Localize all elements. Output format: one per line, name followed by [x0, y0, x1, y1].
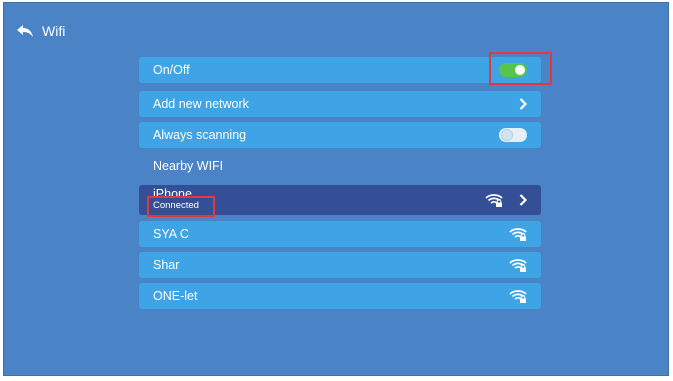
- network-item-one-let[interactable]: ONE-let: [139, 283, 541, 309]
- wifi-lock-icon: [509, 227, 527, 241]
- header: Wifi: [16, 24, 65, 38]
- back-arrow-icon[interactable]: [16, 24, 34, 38]
- network-name: ONE-let: [153, 289, 198, 303]
- page-title: Wifi: [42, 23, 66, 39]
- connected-highlight-box: [147, 196, 215, 217]
- wifi-toggle-row[interactable]: On/Off: [139, 57, 541, 83]
- chevron-right-icon: [519, 98, 528, 110]
- wifi-lock-icon: [509, 258, 527, 272]
- add-network-label: Add new network: [153, 97, 249, 111]
- always-scanning-label: Always scanning: [153, 128, 247, 142]
- add-network-row[interactable]: Add new network: [139, 91, 541, 117]
- chevron-right-icon: [519, 194, 528, 206]
- toggle-highlight-box: [489, 52, 552, 85]
- network-item-shar[interactable]: Shar: [139, 252, 541, 278]
- nearby-wifi-heading: Nearby WIFI: [153, 159, 224, 173]
- scanning-toggle-switch[interactable]: [499, 128, 527, 142]
- network-name: Shar: [153, 258, 180, 272]
- wifi-lock-icon: [509, 289, 527, 303]
- wifi-toggle-label: On/Off: [153, 63, 190, 77]
- wifi-settings-screen: Wifi On/Off Add new network Always scann…: [3, 2, 669, 376]
- wifi-lock-icon: [485, 193, 503, 207]
- network-name: SYA C: [153, 227, 189, 241]
- always-scanning-row[interactable]: Always scanning: [139, 122, 541, 148]
- network-item-sya-c[interactable]: SYA C: [139, 221, 541, 247]
